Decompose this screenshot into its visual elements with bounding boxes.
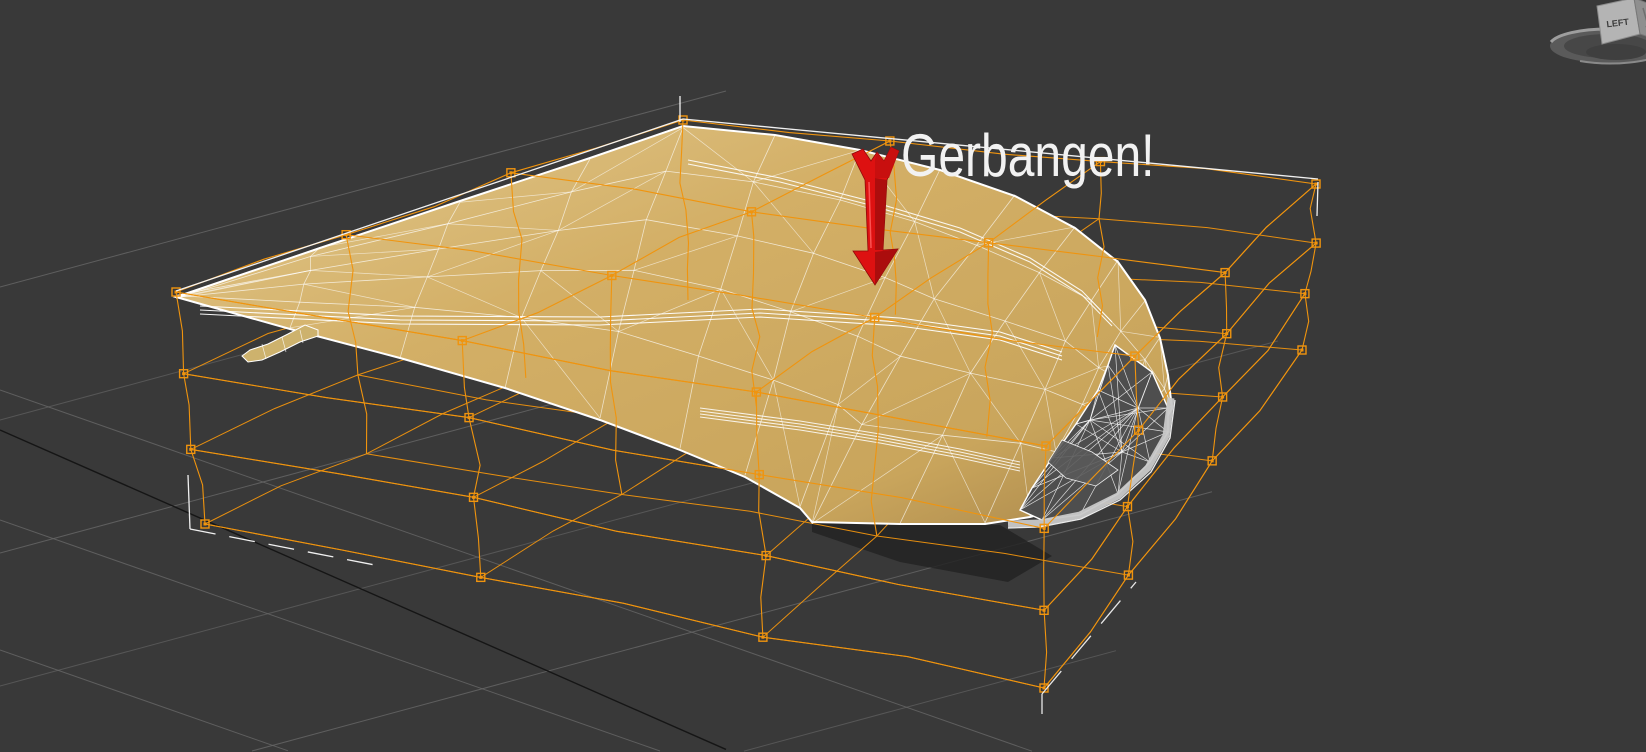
lattice-control-point-dot [987,241,991,245]
lattice-control-point-dot [1314,182,1318,186]
lattice-control-point-dot [1225,332,1229,336]
lattice-control-point-dot [1125,505,1129,509]
lattice-control-point-dot [888,139,892,143]
lattice-control-point-dot [1210,459,1214,463]
lattice-control-point-dot [1223,271,1227,275]
lattice-control-point-dot [479,575,483,579]
lattice-control-point-dot [1137,428,1141,432]
lattice-control-point-dot [182,372,186,376]
lattice-control-point-dot [203,522,207,526]
lattice-control-point-dot [754,390,758,394]
lattice-control-point-dot [1133,354,1137,358]
lattice-control-point-dot [1042,608,1046,612]
lattice-control-point-dot [873,316,877,320]
lattice-control-point-dot [1300,348,1304,352]
lattice-control-point-dot [1126,573,1130,577]
lattice-control-point-dot [460,339,464,343]
lattice-control-point-dot [757,473,761,477]
lattice-control-point-dot [761,635,765,639]
3d-viewport[interactable]: Gerbangen! LEFT [0,0,1646,752]
viewport-canvas[interactable]: Gerbangen! LEFT [0,0,1646,752]
lattice-control-point-dot [509,171,513,175]
viewcube-shadow [1586,44,1646,60]
lattice-control-point-dot [467,416,471,420]
annotation-text: Gerbangen! [901,122,1155,189]
lattice-control-point-dot [1044,444,1048,448]
lattice-control-point-dot [1221,395,1225,399]
lattice-control-point-dot [750,210,754,214]
lattice-control-point-dot [472,495,476,499]
lattice-control-point-dot [764,554,768,558]
lattice-control-point-dot [610,274,614,278]
lattice-control-point-dot [1042,686,1046,690]
lattice-control-point-dot [1314,241,1318,245]
lattice-control-point-dot [1042,526,1046,530]
lattice-control-point-dot [1303,292,1307,296]
lattice-control-point-dot [189,447,193,451]
